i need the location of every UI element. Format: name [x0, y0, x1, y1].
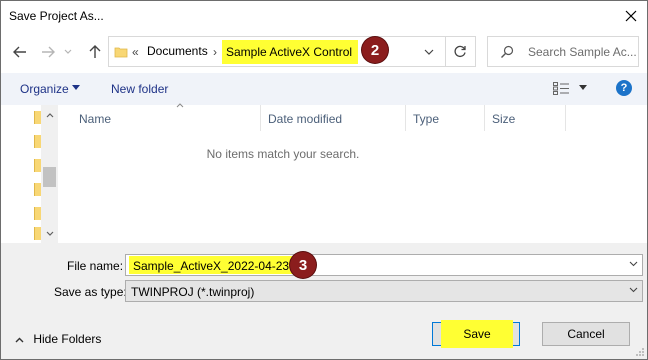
recent-locations-button[interactable] — [61, 41, 75, 63]
close-button[interactable] — [615, 1, 647, 31]
save-as-type-value: TWINPROJ (*.twinproj) — [131, 285, 255, 299]
save-project-dialog: Save Project As... « Documents › Sample … — [0, 0, 648, 360]
chevron-down-icon — [629, 287, 638, 293]
step-badge-3: 3 — [290, 252, 316, 278]
folder-icon — [114, 47, 128, 58]
breadcrumb-separator[interactable]: › — [213, 45, 217, 59]
new-folder-button[interactable]: New folder — [111, 82, 168, 96]
folder-icon — [34, 111, 41, 124]
folder-icon — [34, 227, 41, 240]
arrow-left-icon — [13, 46, 26, 58]
search-icon — [501, 45, 514, 58]
caret-down-icon[interactable] — [579, 85, 587, 90]
save-button[interactable]: Save — [432, 320, 520, 348]
column-header-type[interactable]: Type — [407, 105, 485, 131]
column-header-name[interactable]: Name — [73, 103, 261, 131]
file-list[interactable]: Name Date modified Type Size No items ma… — [59, 103, 647, 243]
save-as-type-select[interactable]: TWINPROJ (*.twinproj) — [125, 280, 643, 302]
chevron-up-icon — [15, 337, 24, 343]
forward-button[interactable] — [38, 41, 58, 63]
chevron-down-icon[interactable] — [629, 261, 638, 267]
window-title: Save Project As... — [9, 9, 104, 23]
step-badge-2: 2 — [362, 37, 388, 63]
refresh-icon — [454, 45, 466, 58]
folder-icon — [34, 135, 41, 148]
view-options-icon[interactable] — [553, 82, 569, 95]
resize-grip-icon[interactable] — [635, 347, 645, 357]
breadcrumb-sample-activex-control[interactable]: Sample ActiveX Control — [222, 40, 359, 64]
chevron-down-icon — [424, 49, 434, 55]
breadcrumb-documents[interactable]: Documents — [147, 44, 208, 58]
save-as-type-label: Save as type: — [54, 285, 127, 299]
back-button[interactable] — [10, 41, 30, 63]
chevron-down-icon — [64, 49, 72, 54]
up-button[interactable] — [85, 41, 105, 63]
file-name-field[interactable]: Sample_ActiveX_2022-04-23 — [125, 254, 643, 276]
caret-down-icon[interactable] — [72, 85, 80, 90]
organize-button[interactable]: Organize — [20, 82, 69, 96]
file-name-value[interactable]: Sample_ActiveX_2022-04-23 — [129, 256, 296, 274]
folder-icon — [34, 159, 41, 172]
overflow-separator[interactable]: « — [132, 45, 139, 59]
column-header-size[interactable]: Size — [486, 105, 566, 131]
hide-folders-button[interactable]: Hide Folders — [15, 332, 101, 346]
chevron-up-icon — [46, 112, 53, 117]
scroll-down-button[interactable] — [41, 227, 58, 239]
empty-list-message: No items match your search. — [206, 147, 360, 161]
navigation-scrollbar[interactable] — [41, 105, 58, 243]
sort-ascending-icon — [176, 103, 184, 108]
arrow-up-icon — [89, 45, 101, 58]
save-options-pane: File name: Sample_ActiveX_2022-04-23 3 S… — [1, 243, 647, 359]
toolbar: Organize New folder ? — [1, 73, 647, 105]
scroll-thumb[interactable] — [43, 167, 56, 187]
chevron-down-icon — [46, 231, 53, 236]
refresh-button[interactable] — [445, 37, 475, 66]
arrow-right-icon — [42, 46, 55, 58]
folder-icon — [34, 207, 41, 220]
search-input[interactable]: Search Sample Ac... — [528, 45, 637, 59]
scroll-up-button[interactable] — [41, 109, 58, 121]
search-box[interactable]: Search Sample Ac... — [487, 36, 639, 67]
help-icon[interactable]: ? — [616, 80, 632, 96]
hide-folders-label: Hide Folders — [33, 332, 102, 346]
cancel-button[interactable]: Cancel — [542, 322, 630, 346]
close-icon — [625, 10, 637, 22]
folder-icon — [34, 183, 41, 196]
file-name-label: File name: — [67, 259, 124, 273]
save-button-label: Save — [441, 320, 513, 348]
column-header-date-modified[interactable]: Date modified — [262, 105, 406, 131]
address-bar[interactable]: « Documents › Sample ActiveX Control — [108, 36, 476, 67]
address-dropdown-button[interactable] — [416, 37, 442, 66]
title-bar: Save Project As... — [1, 1, 647, 31]
